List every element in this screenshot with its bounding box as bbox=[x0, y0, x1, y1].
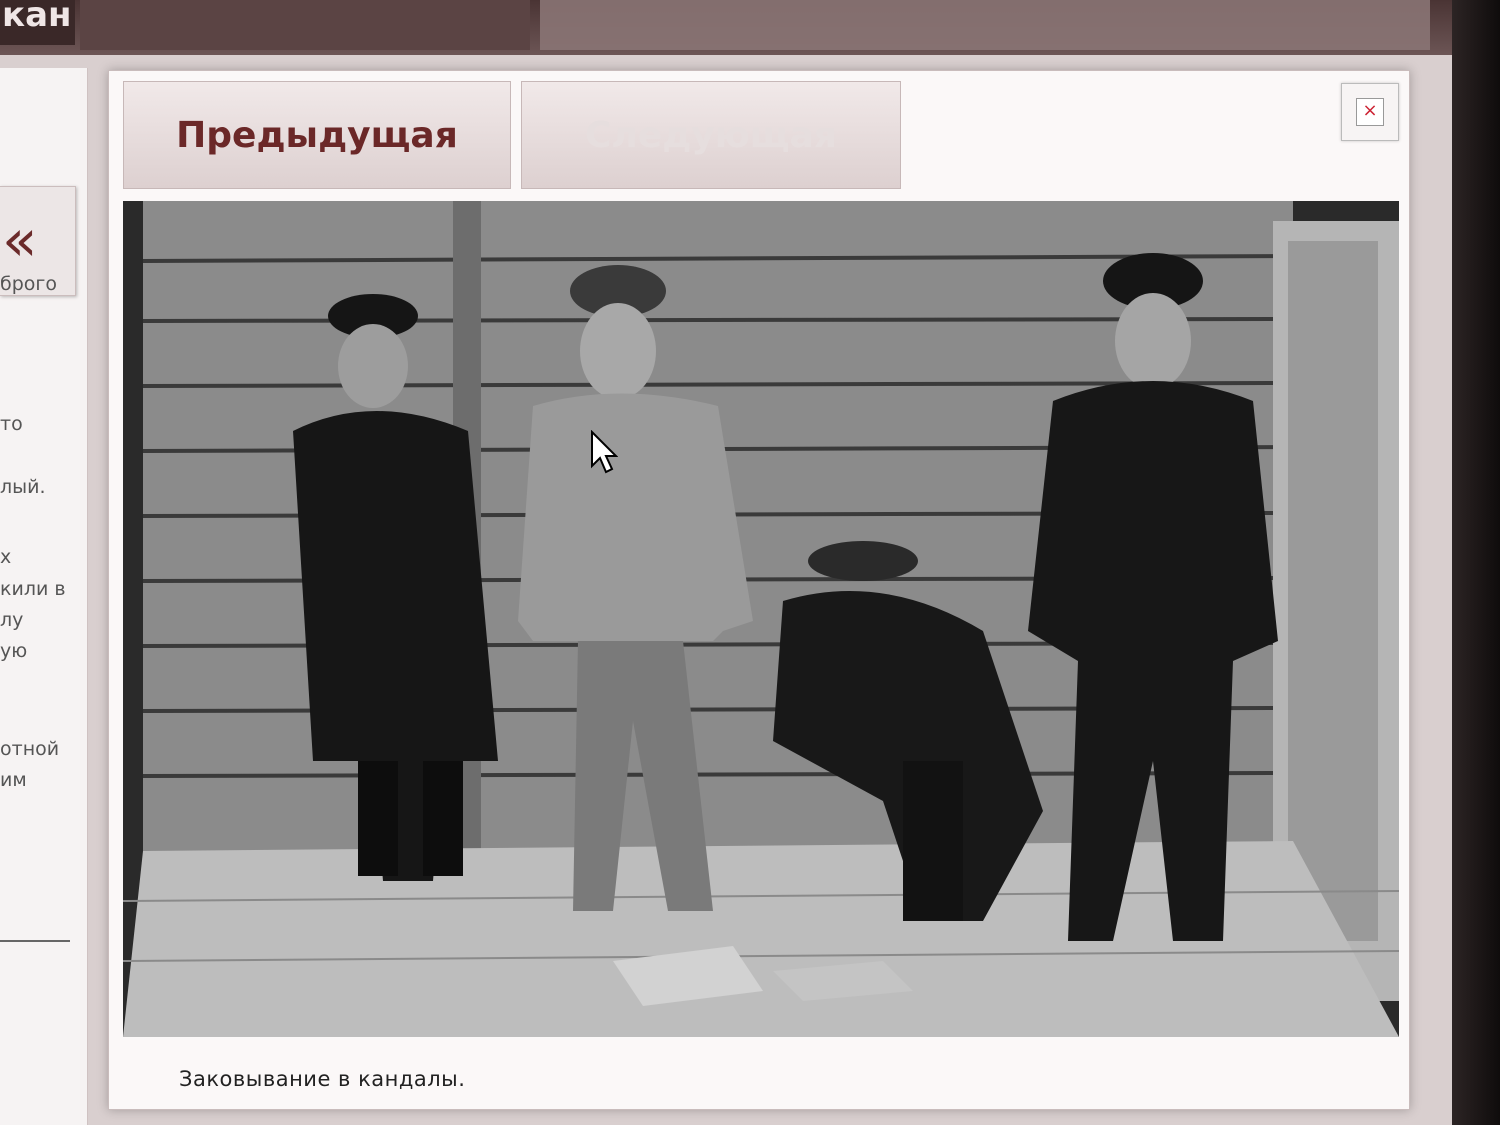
mouse-pointer-icon bbox=[591, 430, 618, 474]
header-tab-active[interactable] bbox=[540, 0, 1430, 50]
photo-image bbox=[123, 201, 1399, 1037]
sidebar-text-line: кили в bbox=[0, 578, 66, 600]
header-tab-section[interactable] bbox=[80, 0, 530, 50]
sidebar-text-line: брого bbox=[0, 273, 58, 295]
site-header: кан bbox=[0, 0, 1500, 55]
sidebar-text-line: им bbox=[0, 769, 27, 791]
image-lightbox: Предыдущая Следующая × Заковывание в кан… bbox=[108, 70, 1410, 1110]
header-tab-home[interactable]: кан bbox=[0, 0, 75, 45]
sidebar-divider bbox=[0, 940, 70, 942]
double-chevron-left-icon: « bbox=[2, 206, 38, 274]
close-button[interactable]: × bbox=[1341, 83, 1399, 141]
monitor-bezel bbox=[1452, 0, 1500, 1125]
sidebar-text-line: то bbox=[0, 413, 23, 435]
page-sidebar: « брого то лый. х кили в лу ую отной им bbox=[0, 68, 88, 1125]
photo-caption: Заковывание в кандалы. bbox=[179, 1067, 466, 1091]
previous-button[interactable]: Предыдущая bbox=[123, 81, 511, 189]
close-icon: × bbox=[1356, 98, 1384, 126]
sidebar-text-line: отной bbox=[0, 738, 60, 760]
archival-photo bbox=[123, 201, 1399, 1037]
sidebar-text-line: лу bbox=[0, 609, 24, 631]
next-button[interactable]: Следующая bbox=[521, 81, 901, 189]
sidebar-text-line: лый. bbox=[0, 476, 46, 498]
sidebar-text-line: ую bbox=[0, 640, 28, 662]
sidebar-text-line: х bbox=[0, 546, 12, 568]
